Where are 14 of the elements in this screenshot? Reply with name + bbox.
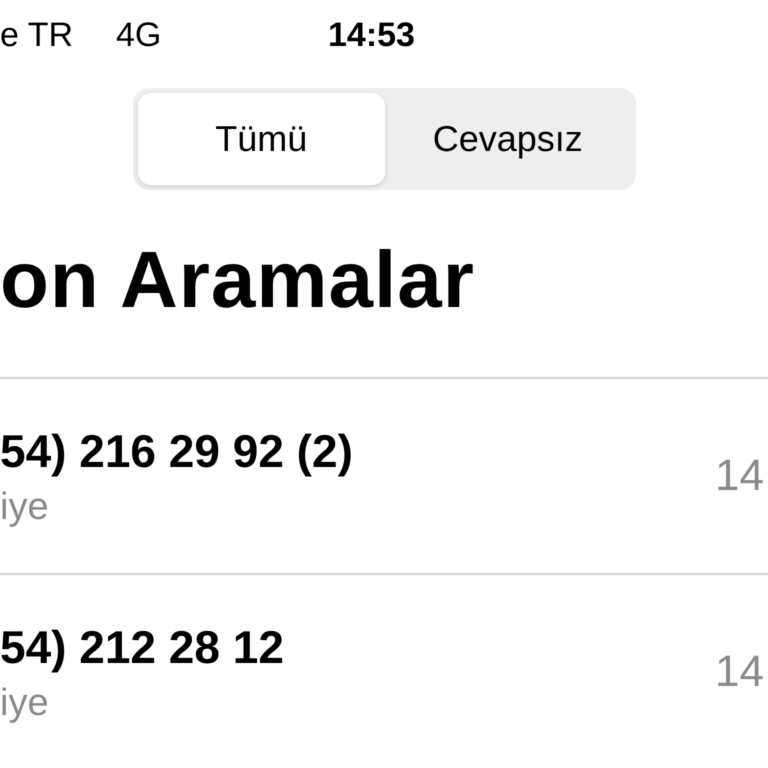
call-row[interactable]: 54) 212 28 12 iye 14 xyxy=(0,575,768,768)
segment-tab[interactable]: Tümü xyxy=(138,93,384,185)
page-title: on Aramalar xyxy=(0,182,768,379)
call-location: iye xyxy=(0,682,50,724)
carrier-name: e TR xyxy=(0,16,74,54)
call-time: 14 xyxy=(715,647,764,697)
call-time: 14 xyxy=(715,451,764,501)
status-time: 14:53 xyxy=(328,16,415,54)
phone-number: 54) 216 29 92 (2) xyxy=(0,424,353,478)
call-row[interactable]: 54) 216 29 92 (2) iye 14 xyxy=(0,379,768,575)
call-location: iye xyxy=(0,486,50,528)
segment-tab[interactable]: Cevapsız xyxy=(384,93,631,185)
phone-number: 54) 212 28 12 xyxy=(0,620,284,674)
network-type: 4G xyxy=(116,16,162,54)
